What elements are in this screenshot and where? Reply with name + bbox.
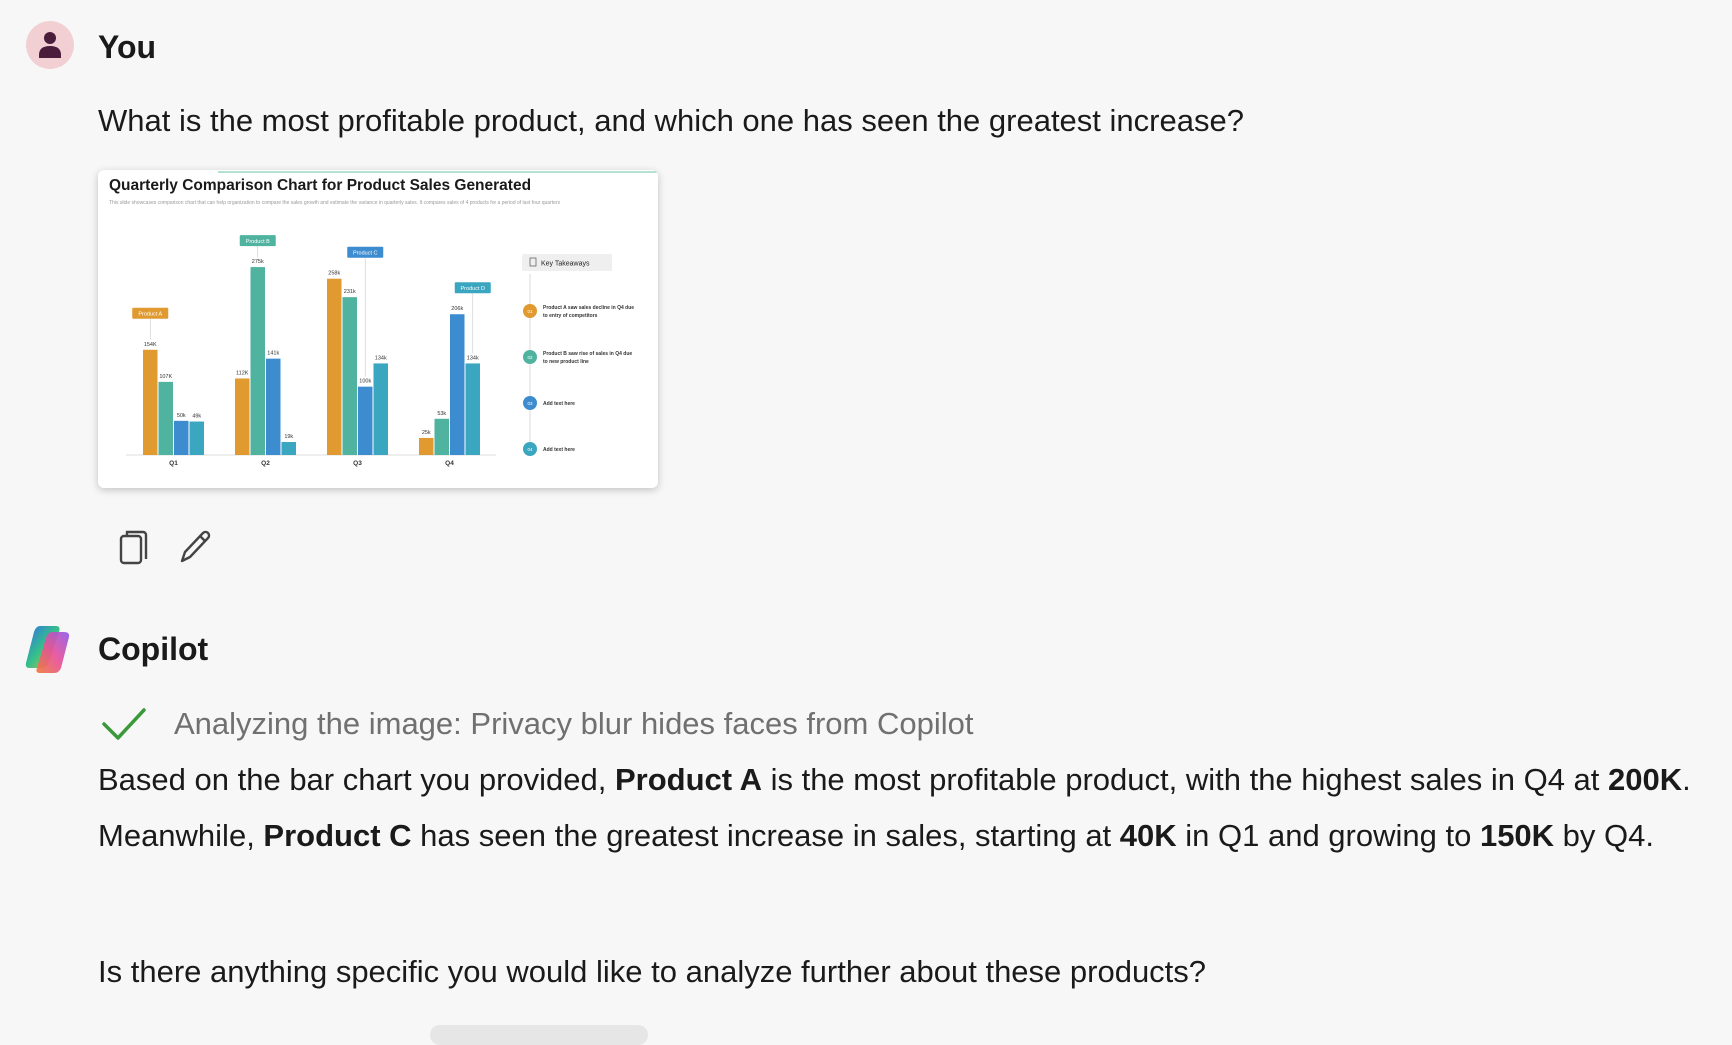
bar-product-a-q4 bbox=[419, 437, 434, 455]
data-label: 134k bbox=[467, 355, 479, 361]
callout-label: Product C bbox=[353, 251, 377, 257]
chart-subtitle: This slide showcases comparison chart th… bbox=[109, 200, 561, 206]
takeaway-text: to entry of competitors bbox=[543, 313, 598, 319]
assistant-answer: Based on the bar chart you provided, Pro… bbox=[98, 762, 1691, 853]
data-label: 25k bbox=[422, 430, 431, 436]
takeaway-text: Add text here bbox=[543, 447, 575, 453]
data-label: 112K bbox=[236, 370, 249, 376]
x-tick-label: Q4 bbox=[445, 460, 454, 467]
takeaway-number: 03 bbox=[527, 401, 533, 406]
callout-label: Product B bbox=[246, 239, 270, 245]
assistant-followup: Is there anything specific you would lik… bbox=[98, 954, 1207, 989]
data-label: 258k bbox=[328, 271, 340, 277]
copy-icon bbox=[119, 530, 148, 565]
assistant-name: Copilot bbox=[98, 631, 209, 667]
data-label: 154K bbox=[144, 342, 157, 348]
data-label: 206k bbox=[451, 306, 463, 312]
pencil-icon bbox=[180, 530, 211, 563]
user-name: You bbox=[98, 29, 157, 65]
takeaway-item: 04 Add text here bbox=[523, 442, 575, 456]
data-label: 231k bbox=[344, 289, 356, 295]
copy-button[interactable] bbox=[111, 526, 151, 568]
takeaway-item: 02 Product B saw rise of sales in Q4 due t… bbox=[523, 350, 632, 365]
takeaway-item: 03 Add text here bbox=[523, 396, 575, 410]
callout-label: Product D bbox=[461, 286, 485, 292]
chart-title: Quarterly Comparison Chart for Product S… bbox=[109, 177, 531, 194]
takeaway-number: 01 bbox=[527, 309, 533, 314]
checkmark-icon bbox=[102, 708, 146, 740]
bar-product-a-q2 bbox=[235, 378, 250, 455]
takeaway-text: Product A saw sales decline in Q4 due bbox=[543, 305, 634, 311]
user-message: What is the most profitable product, and… bbox=[98, 103, 1244, 138]
data-label: 53k bbox=[437, 411, 446, 417]
x-tick-label: Q2 bbox=[261, 460, 270, 467]
scroll-pill[interactable] bbox=[430, 1025, 648, 1045]
key-takeaways-header: Key Takeaways bbox=[522, 254, 612, 271]
takeaway-number: 02 bbox=[527, 355, 533, 360]
data-label: 275k bbox=[252, 259, 264, 265]
bar-product-b-q1 bbox=[158, 381, 173, 455]
bar-product-b-q2 bbox=[250, 267, 265, 455]
edit-button[interactable] bbox=[174, 526, 214, 568]
takeaway-item: 01 Product A saw sales decline in Q4 due t… bbox=[523, 304, 634, 319]
user-avatar bbox=[26, 21, 74, 69]
bar-product-c-q2 bbox=[266, 358, 281, 455]
data-label: 19k bbox=[284, 434, 293, 440]
takeaway-text: Product B saw rise of sales in Q4 due bbox=[543, 351, 632, 357]
takeaway-text: to new product line bbox=[543, 359, 589, 365]
callout-label: Product A bbox=[138, 312, 162, 318]
status-text: Analyzing the image: Privacy blur hides … bbox=[174, 706, 974, 741]
data-label: 50k bbox=[177, 413, 186, 419]
takeaway-text: Add text here bbox=[543, 401, 575, 407]
group-callout: Product A bbox=[132, 307, 169, 340]
data-label: 141k bbox=[267, 351, 279, 357]
bar-product-c-q1 bbox=[174, 420, 189, 455]
takeaway-number: 04 bbox=[527, 447, 533, 452]
data-label: 49k bbox=[192, 414, 201, 420]
bar-product-a-q1 bbox=[143, 349, 158, 455]
bar-product-d-q2 bbox=[281, 442, 296, 455]
data-label: 134k bbox=[375, 355, 387, 361]
copilot-logo-icon bbox=[24, 622, 76, 674]
bar-product-d-q1 bbox=[189, 421, 204, 455]
bar-product-b-q4 bbox=[434, 418, 449, 455]
bar-product-b-q3 bbox=[342, 297, 357, 455]
data-label: 107K bbox=[159, 374, 172, 380]
person-icon bbox=[39, 32, 61, 58]
bar-product-a-q3 bbox=[327, 278, 342, 455]
x-tick-label: Q3 bbox=[353, 460, 362, 467]
chart-svg: Quarterly Comparison Chart for Product S… bbox=[109, 171, 658, 467]
bar-product-d-q3 bbox=[373, 363, 388, 455]
key-takeaways-title: Key Takeaways bbox=[541, 261, 590, 268]
bar-product-c-q3 bbox=[358, 386, 373, 455]
attached-chart-image[interactable]: Quarterly Comparison Chart for Product S… bbox=[98, 170, 658, 488]
bar-product-c-q4 bbox=[450, 314, 465, 455]
x-tick-label: Q1 bbox=[169, 460, 178, 467]
data-label: 100k bbox=[359, 379, 371, 385]
group-callout: Product B bbox=[239, 235, 276, 258]
bar-product-d-q4 bbox=[465, 363, 480, 455]
